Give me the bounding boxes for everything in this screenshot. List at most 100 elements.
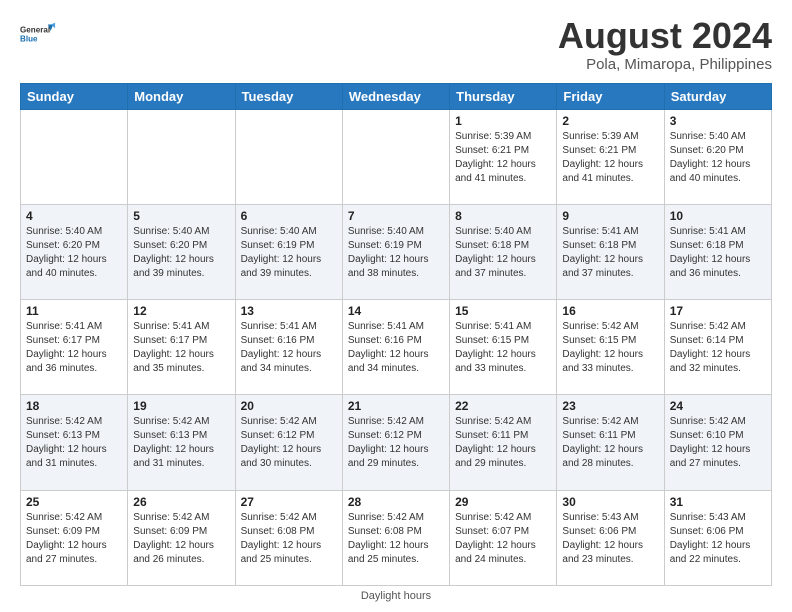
day-number: 10: [670, 209, 766, 223]
calendar-cell: 19 Sunrise: 5:42 AM Sunset: 6:13 PM Dayli…: [128, 395, 235, 490]
calendar-cell: 27 Sunrise: 5:42 AM Sunset: 6:08 PM Dayli…: [235, 490, 342, 585]
day-info: Sunrise: 5:41 AM Sunset: 6:16 PM Dayligh…: [241, 320, 337, 376]
day-number: 27: [241, 495, 337, 509]
day-number: 16: [562, 304, 658, 318]
svg-text:General: General: [20, 26, 50, 35]
calendar-cell: 24 Sunrise: 5:42 AM Sunset: 6:10 PM Dayli…: [664, 395, 771, 490]
day-number: 5: [133, 209, 229, 223]
day-number: 6: [241, 209, 337, 223]
calendar-cell: 22Sunrise: 5:42 AM Sunset: 6:11 PM Dayli…: [450, 395, 557, 490]
calendar-cell: 15 Sunrise: 5:41 AM Sunset: 6:15 PM Dayli…: [450, 300, 557, 395]
day-number: 15: [455, 304, 551, 318]
header-tuesday: Tuesday: [235, 83, 342, 109]
day-info: Sunrise: 5:41 AM Sunset: 6:17 PM Dayligh…: [133, 320, 229, 376]
footer-text: Daylight hours: [361, 590, 431, 602]
day-number: 13: [241, 304, 337, 318]
calendar-cell: 28 Sunrise: 5:42 AM Sunset: 6:08 PM Dayli…: [342, 490, 449, 585]
header-monday: Monday: [128, 83, 235, 109]
calendar-cell: 4Sunrise: 5:40 AM Sunset: 6:20 PM Daylig…: [21, 204, 128, 299]
calendar-cell: 8Sunrise: 5:40 AM Sunset: 6:18 PM Daylig…: [450, 204, 557, 299]
day-info: Sunrise: 5:39 AM Sunset: 6:21 PM Dayligh…: [562, 130, 658, 186]
day-number: 2: [562, 114, 658, 128]
calendar-cell: 6 Sunrise: 5:40 AM Sunset: 6:19 PM Daylig…: [235, 204, 342, 299]
day-number: 7: [348, 209, 444, 223]
day-info: Sunrise: 5:39 AM Sunset: 6:21 PM Dayligh…: [455, 130, 551, 186]
calendar-cell: 30Sunrise: 5:43 AM Sunset: 6:06 PM Dayli…: [557, 490, 664, 585]
day-info: Sunrise: 5:42 AM Sunset: 6:08 PM Dayligh…: [241, 511, 337, 567]
day-number: 17: [670, 304, 766, 318]
calendar-cell: 29Sunrise: 5:42 AM Sunset: 6:07 PM Dayli…: [450, 490, 557, 585]
calendar-header-row: SundayMondayTuesdayWednesdayThursdayFrid…: [21, 83, 772, 109]
day-info: Sunrise: 5:42 AM Sunset: 6:10 PM Dayligh…: [670, 415, 766, 471]
day-number: 14: [348, 304, 444, 318]
calendar-cell: 2 Sunrise: 5:39 AM Sunset: 6:21 PM Daylig…: [557, 109, 664, 204]
logo: GeneralBlue: [20, 16, 56, 52]
calendar-cell: 10 Sunrise: 5:41 AM Sunset: 6:18 PM Dayli…: [664, 204, 771, 299]
day-number: 23: [562, 399, 658, 413]
day-info: Sunrise: 5:42 AM Sunset: 6:14 PM Dayligh…: [670, 320, 766, 376]
header-saturday: Saturday: [664, 83, 771, 109]
day-number: 28: [348, 495, 444, 509]
day-info: Sunrise: 5:42 AM Sunset: 6:12 PM Dayligh…: [241, 415, 337, 471]
day-info: Sunrise: 5:43 AM Sunset: 6:06 PM Dayligh…: [670, 511, 766, 567]
calendar-cell: 21Sunrise: 5:42 AM Sunset: 6:12 PM Dayli…: [342, 395, 449, 490]
header-thursday: Thursday: [450, 83, 557, 109]
calendar-cell: 31 Sunrise: 5:43 AM Sunset: 6:06 PM Dayli…: [664, 490, 771, 585]
calendar-table: SundayMondayTuesdayWednesdayThursdayFrid…: [20, 83, 772, 586]
day-info: Sunrise: 5:41 AM Sunset: 6:15 PM Dayligh…: [455, 320, 551, 376]
subtitle: Pola, Mimaropa, Philippines: [558, 56, 772, 73]
calendar-cell: 11Sunrise: 5:41 AM Sunset: 6:17 PM Dayli…: [21, 300, 128, 395]
day-info: Sunrise: 5:41 AM Sunset: 6:16 PM Dayligh…: [348, 320, 444, 376]
calendar-cell: 13 Sunrise: 5:41 AM Sunset: 6:16 PM Dayli…: [235, 300, 342, 395]
svg-text:Blue: Blue: [20, 35, 38, 44]
day-number: 31: [670, 495, 766, 509]
header-friday: Friday: [557, 83, 664, 109]
day-number: 26: [133, 495, 229, 509]
header-wednesday: Wednesday: [342, 83, 449, 109]
calendar-cell: 1 Sunrise: 5:39 AM Sunset: 6:21 PM Daylig…: [450, 109, 557, 204]
day-info: Sunrise: 5:41 AM Sunset: 6:18 PM Dayligh…: [562, 225, 658, 281]
calendar-cell: 26Sunrise: 5:42 AM Sunset: 6:09 PM Dayli…: [128, 490, 235, 585]
calendar-cell: 14 Sunrise: 5:41 AM Sunset: 6:16 PM Dayli…: [342, 300, 449, 395]
calendar-cell: 9 Sunrise: 5:41 AM Sunset: 6:18 PM Daylig…: [557, 204, 664, 299]
day-number: 30: [562, 495, 658, 509]
day-info: Sunrise: 5:42 AM Sunset: 6:09 PM Dayligh…: [26, 511, 122, 567]
main-title: August 2024: [558, 16, 772, 56]
calendar-cell: 16 Sunrise: 5:42 AM Sunset: 6:15 PM Dayli…: [557, 300, 664, 395]
calendar-cell: 18Sunrise: 5:42 AM Sunset: 6:13 PM Dayli…: [21, 395, 128, 490]
week-row-2: 11 Sunrise: 5:41 AM Sunset: 6:17 PM Dayli…: [21, 300, 772, 395]
header-sunday: Sunday: [21, 83, 128, 109]
week-row-3: 18 Sunrise: 5:42 AM Sunset: 6:13 PM Dayli…: [21, 395, 772, 490]
day-number: 22: [455, 399, 551, 413]
day-number: 8: [455, 209, 551, 223]
logo-icon: GeneralBlue: [20, 16, 56, 52]
day-number: 20: [241, 399, 337, 413]
week-row-4: 25 Sunrise: 5:42 AM Sunset: 6:09 PM Dayli…: [21, 490, 772, 585]
day-info: Sunrise: 5:42 AM Sunset: 6:13 PM Dayligh…: [133, 415, 229, 471]
calendar-cell: [128, 109, 235, 204]
day-number: 24: [670, 399, 766, 413]
day-info: Sunrise: 5:42 AM Sunset: 6:11 PM Dayligh…: [562, 415, 658, 471]
day-number: 25: [26, 495, 122, 509]
day-number: 1: [455, 114, 551, 128]
calendar-cell: [342, 109, 449, 204]
day-number: 19: [133, 399, 229, 413]
day-info: Sunrise: 5:40 AM Sunset: 6:19 PM Dayligh…: [241, 225, 337, 281]
calendar-cell: 3Sunrise: 5:40 AM Sunset: 6:20 PM Daylig…: [664, 109, 771, 204]
header: GeneralBlue August 2024 Pola, Mimaropa, …: [20, 16, 772, 73]
week-row-1: 4Sunrise: 5:40 AM Sunset: 6:20 PM Daylig…: [21, 204, 772, 299]
day-number: 11: [26, 304, 122, 318]
day-info: Sunrise: 5:42 AM Sunset: 6:08 PM Dayligh…: [348, 511, 444, 567]
day-info: Sunrise: 5:42 AM Sunset: 6:15 PM Dayligh…: [562, 320, 658, 376]
calendar-cell: [235, 109, 342, 204]
calendar-cell: 23 Sunrise: 5:42 AM Sunset: 6:11 PM Dayli…: [557, 395, 664, 490]
day-number: 4: [26, 209, 122, 223]
day-number: 9: [562, 209, 658, 223]
day-number: 18: [26, 399, 122, 413]
week-row-0: 1 Sunrise: 5:39 AM Sunset: 6:21 PM Daylig…: [21, 109, 772, 204]
day-number: 12: [133, 304, 229, 318]
day-info: Sunrise: 5:40 AM Sunset: 6:20 PM Dayligh…: [670, 130, 766, 186]
day-info: Sunrise: 5:41 AM Sunset: 6:18 PM Dayligh…: [670, 225, 766, 281]
day-info: Sunrise: 5:42 AM Sunset: 6:12 PM Dayligh…: [348, 415, 444, 471]
page: GeneralBlue August 2024 Pola, Mimaropa, …: [0, 0, 792, 612]
